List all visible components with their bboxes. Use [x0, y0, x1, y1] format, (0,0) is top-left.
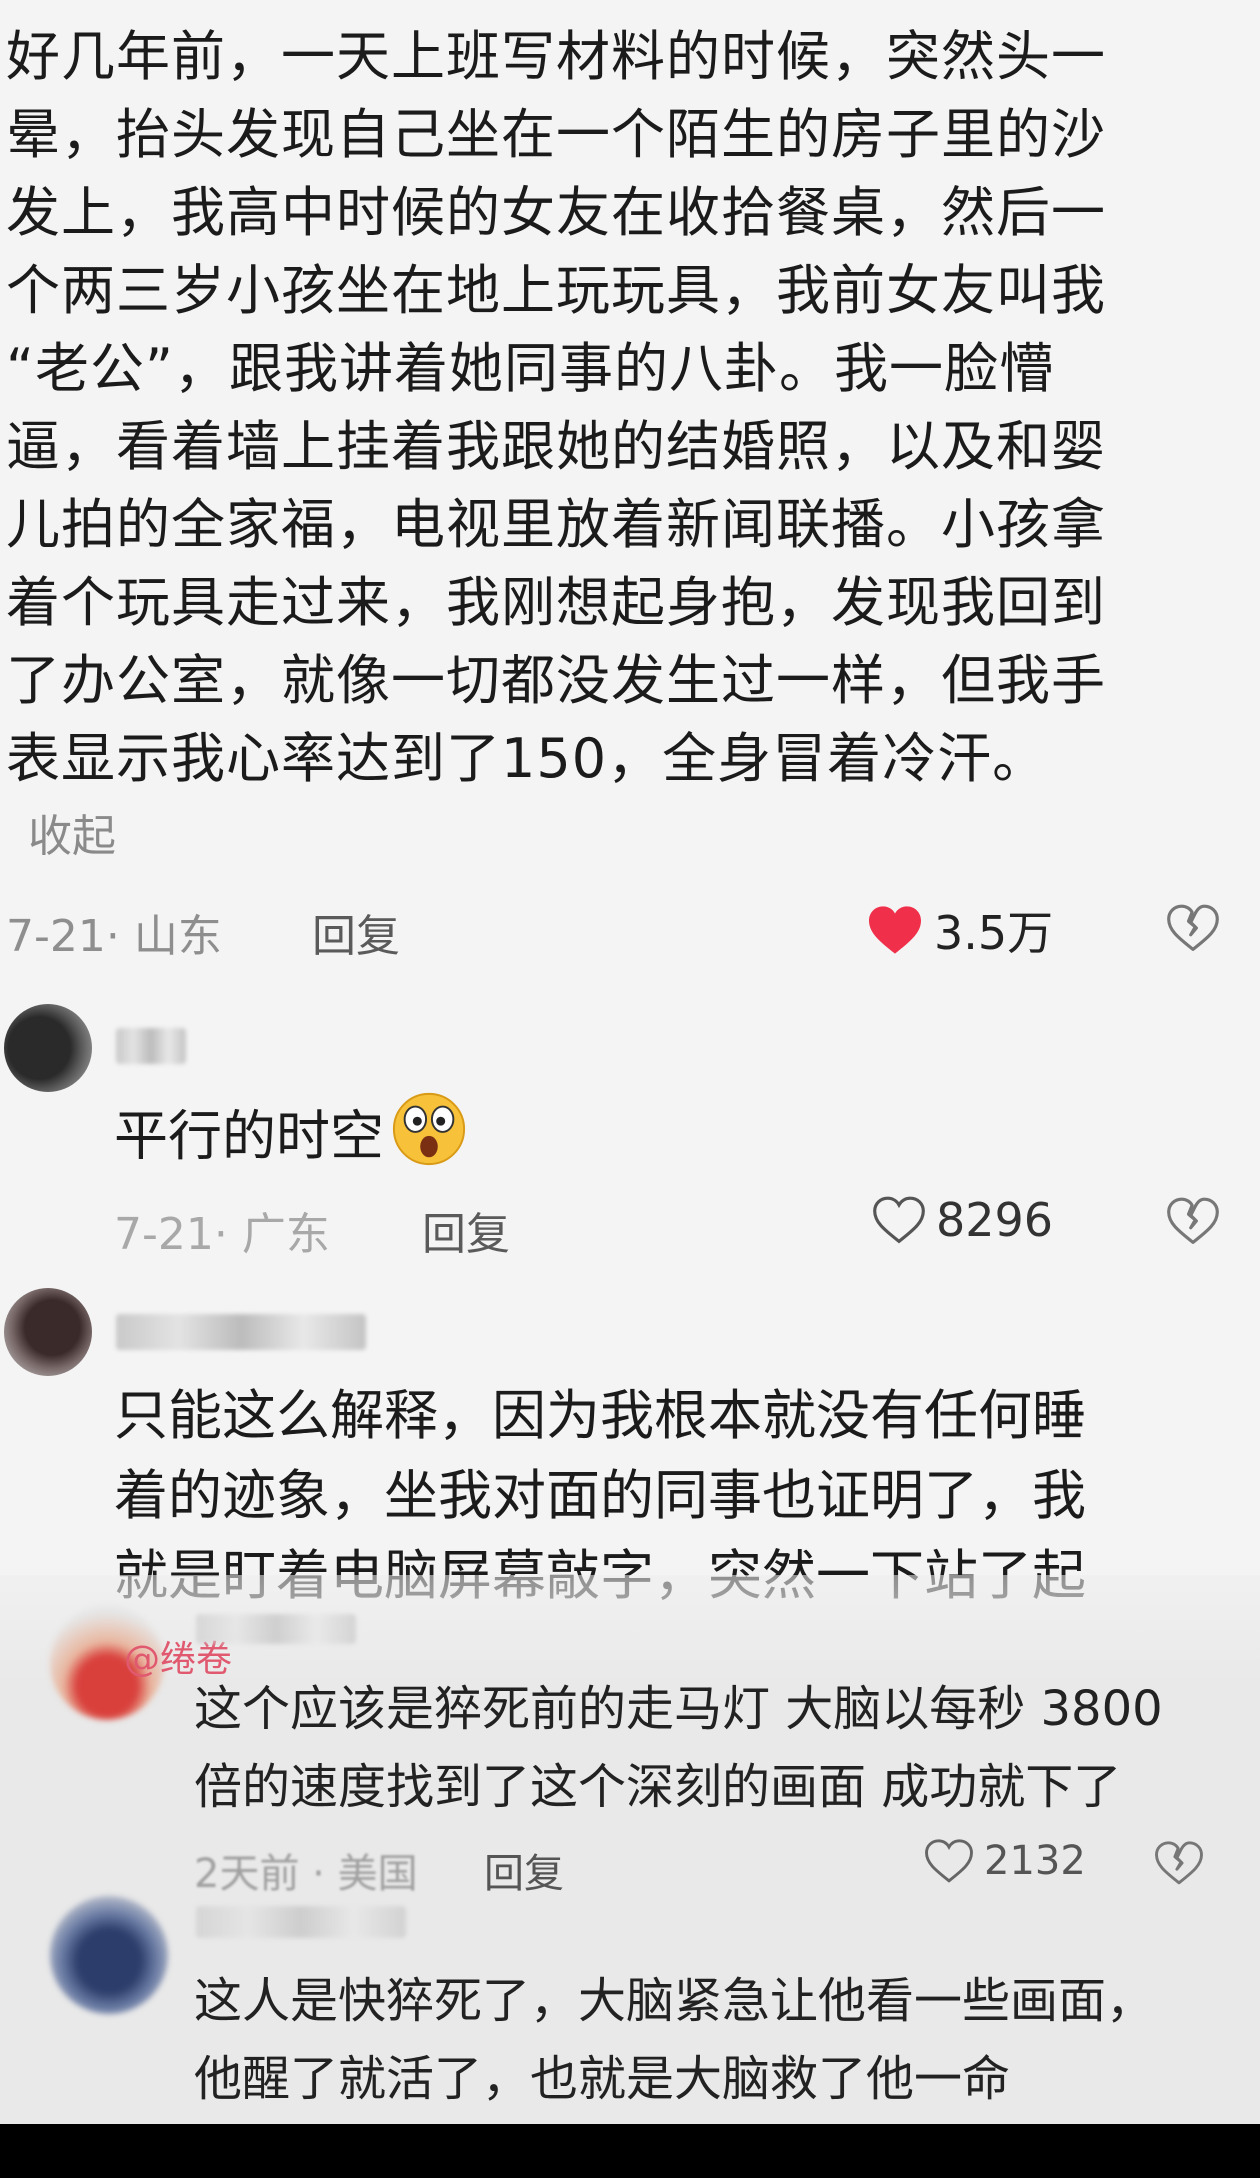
- sub-comment-line: 倍的速度找到了这个深刻的画面 成功就下了: [194, 1759, 1122, 1815]
- comment-meta: 7-21· 广东: [114, 1209, 330, 1260]
- post-like-button[interactable]: 3.5万: [866, 897, 1053, 963]
- post-meta: 7-21· 山东: [6, 911, 222, 962]
- username-blurred[interactable]: [116, 1028, 186, 1064]
- sub-comment-line: 这人是快猝死了，大脑紧急让他看一些画面，: [194, 1973, 1155, 2029]
- sub-comment-like-count: 2132: [984, 1838, 1086, 1884]
- sub-comment-line: 他醒了就活了，也就是大脑救了他一命: [194, 2051, 1011, 2107]
- dislike-icon[interactable]: [1154, 1840, 1204, 1886]
- dislike-icon[interactable]: [1166, 1196, 1220, 1246]
- bottom-black-bar: [0, 2124, 1260, 2178]
- sub-comment-line: 这个应该是猝死前的走马灯 大脑以每秒 3800: [194, 1681, 1163, 1737]
- post-like-count: 3.5万: [934, 906, 1054, 960]
- post-line: 了办公室，就像一切都没发生过一样，但我手: [6, 649, 1106, 712]
- post-line: 个两三岁小孩坐在地上玩玩具，我前女友叫我: [6, 259, 1106, 322]
- collapse-button[interactable]: 收起: [28, 800, 116, 864]
- post-body: 好几年前，一天上班写材料的时候，突然头一 晕，抬头发现自己坐在一个陌生的房子里的…: [6, 18, 1206, 798]
- sub-comment-text: 这人是快猝死了，大脑紧急让他看一些画面， 他醒了就活了，也就是大脑救了他一命: [194, 1962, 1154, 2118]
- sub-comment-meta: 2天前 · 美国: [194, 1851, 418, 1897]
- sub-comment-reply-button[interactable]: 回复: [484, 1841, 564, 1899]
- post-line: 好几年前，一天上班写材料的时候，突然头一: [6, 25, 1106, 88]
- comment-like-button[interactable]: 8296: [872, 1193, 1053, 1247]
- post-line: 晕，抬头发现自己坐在一个陌生的房子里的沙: [6, 103, 1106, 166]
- dislike-icon[interactable]: [1166, 903, 1220, 953]
- post-line: 发上，我高中时候的女友在收拾餐桌，然后一: [6, 181, 1106, 244]
- sub-comment-like-button[interactable]: 2132: [924, 1838, 1086, 1884]
- heart-outline-icon: [872, 1195, 926, 1245]
- comment-text: 平行的时空: [114, 1090, 468, 1190]
- post-line: 儿拍的全家福，电视里放着新闻联播。小孩拿: [6, 493, 1106, 556]
- comment-reply-button[interactable]: 回复: [422, 1198, 510, 1262]
- post-line: 表显示我心率达到了150，全身冒着冷汗。: [6, 727, 1048, 790]
- comment-thread-page: 好几年前，一天上班写材料的时候，突然头一 晕，抬头发现自己坐在一个陌生的房子里的…: [0, 0, 1260, 2124]
- liked-heart-icon: [866, 904, 924, 956]
- avatar[interactable]: [4, 1288, 92, 1376]
- sub-comment-text: 这个应该是猝死前的走马灯 大脑以每秒 3800 倍的速度找到了这个深刻的画面 成…: [194, 1670, 1163, 1826]
- username-blurred[interactable]: [116, 1314, 366, 1350]
- comment-line: 着的迹象，坐我对面的同事也证明了，我: [114, 1464, 1086, 1527]
- avatar[interactable]: [4, 1004, 92, 1092]
- post-reply-button[interactable]: 回复: [312, 900, 400, 964]
- username-blurred[interactable]: [196, 1614, 356, 1644]
- heart-outline-icon: [924, 1838, 974, 1884]
- comment-like-count: 8296: [936, 1193, 1054, 1247]
- astonished-emoji-icon: [390, 1090, 468, 1190]
- username-blurred[interactable]: [196, 1906, 406, 1938]
- post-line: 逼，看着墙上挂着我跟她的结婚照，以及和婴: [6, 415, 1106, 478]
- avatar[interactable]: [50, 1896, 168, 2014]
- post-line: “老公”，跟我讲着她同事的八卦。我一脸懵: [6, 337, 1054, 400]
- post-line: 着个玩具走过来，我刚想起身抱，发现我回到: [6, 571, 1106, 634]
- comment-line: 只能这么解释，因为我根本就没有任何睡: [114, 1384, 1086, 1447]
